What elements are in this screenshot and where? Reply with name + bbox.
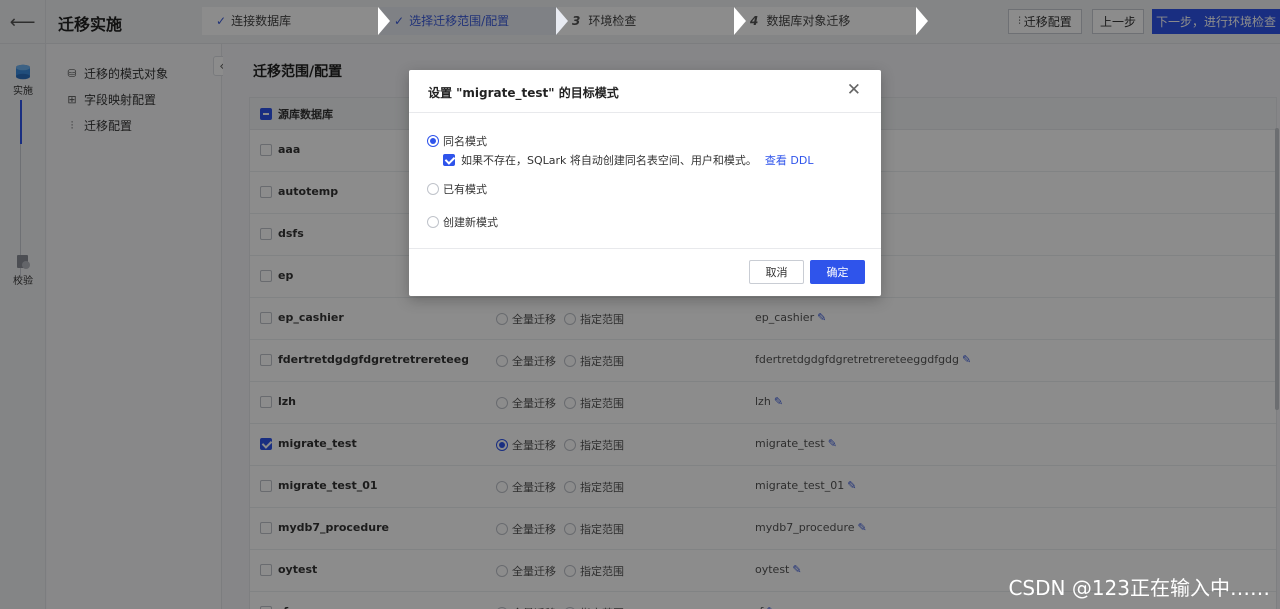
dialog-title: 设置 "migrate_test" 的目标模式 bbox=[428, 86, 619, 100]
radio-same-name[interactable] bbox=[427, 135, 439, 147]
cancel-button[interactable]: 取消 bbox=[749, 260, 804, 284]
option-same-name-schema[interactable]: 同名模式 bbox=[427, 133, 487, 149]
radio-existing[interactable] bbox=[427, 183, 439, 195]
auto-create-text: 如果不存在，SQLark 将自动创建同名表空间、用户和模式。 bbox=[461, 154, 757, 167]
target-schema-dialog: 设置 "migrate_test" 的目标模式 ✕ 同名模式 如果不存在，SQL… bbox=[409, 70, 881, 296]
option-label: 创建新模式 bbox=[443, 216, 498, 229]
auto-create-option: 如果不存在，SQLark 将自动创建同名表空间、用户和模式。 查看 DDL bbox=[443, 152, 813, 168]
dialog-footer: 取消 确定 bbox=[409, 248, 881, 296]
option-existing-schema[interactable]: 已有模式 bbox=[427, 181, 487, 197]
confirm-button[interactable]: 确定 bbox=[810, 260, 865, 284]
radio-new[interactable] bbox=[427, 216, 439, 228]
close-icon[interactable]: ✕ bbox=[847, 80, 861, 100]
view-ddl-link[interactable]: 查看 DDL bbox=[765, 152, 814, 168]
dialog-header: 设置 "migrate_test" 的目标模式 ✕ bbox=[409, 70, 881, 113]
option-new-schema[interactable]: 创建新模式 bbox=[427, 214, 498, 230]
auto-create-checkbox[interactable] bbox=[443, 154, 455, 166]
watermark: CSDN @123正在输入中…… bbox=[1008, 576, 1270, 600]
option-label: 同名模式 bbox=[443, 135, 487, 148]
option-label: 已有模式 bbox=[443, 183, 487, 196]
